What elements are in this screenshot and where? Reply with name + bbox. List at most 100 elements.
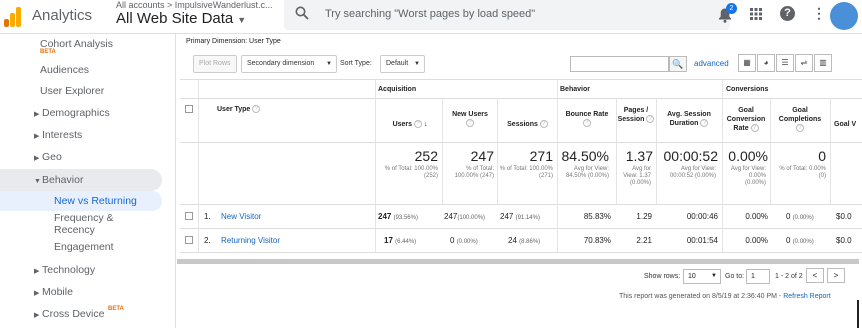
sidebar-item-label: Mobile [42, 286, 73, 298]
column-header-bounce-rate[interactable]: Bounce Rate? [559, 110, 615, 128]
sidebar-item-label: Interests [42, 129, 83, 141]
app-title[interactable]: Analytics [32, 7, 92, 24]
column-header-avg-session-duration[interactable]: Avg. Session Duration ? [658, 110, 720, 128]
divider [180, 204, 862, 205]
column-header-new-users[interactable]: New Users? [444, 110, 496, 128]
total-goal-completions-note: % of Total: 0.00% (0) [779, 166, 826, 179]
account-breadcrumb[interactable]: All accounts > ImpulsiveWanderlust.c... [116, 0, 272, 10]
more-vert-icon[interactable]: ⋮ [812, 5, 826, 22]
help-icon[interactable]: ? [539, 120, 548, 129]
avatar[interactable] [830, 2, 858, 30]
column-header-goal-value[interactable]: Goal V [834, 120, 862, 129]
row-user-type-link[interactable]: Returning Visitor [221, 236, 280, 245]
help-icon[interactable]: ? [646, 115, 655, 124]
sidebar-item-mobile[interactable]: ▶ Mobile [34, 286, 73, 298]
total-goal-conversion-rate-note: Avg for View: 0.00% (0.00%) [730, 166, 766, 186]
help-icon[interactable]: ? [583, 119, 591, 128]
sidebar-item-label: Geo [42, 151, 62, 163]
generated-text: This report was generated on 8/5/19 at 2… [619, 293, 782, 300]
chevron-right-icon: ▶ [34, 155, 40, 162]
help-icon[interactable]: ? [750, 124, 759, 133]
total-new-users-note: % of Total: 100.00% (247) [454, 166, 494, 179]
sidebar-item-technology[interactable]: ▶ Technology [34, 264, 95, 276]
previous-page-icon[interactable]: < [806, 268, 824, 283]
row-goal-completions-pct: (0.00%) [792, 215, 814, 221]
column-label: Goal Completions [778, 107, 822, 123]
column-header-goal-completions[interactable]: Goal Completions? [772, 106, 828, 133]
sidebar-item-behavior[interactable]: ▼Behavior [34, 174, 83, 186]
search-icon[interactable]: 🔍 [669, 56, 687, 72]
column-label: Pages / Session [617, 107, 649, 123]
total-goal-completions: 0 [818, 148, 826, 164]
sidebar-item-frequency[interactable]: Frequency & [54, 212, 114, 224]
row-users-pct: (93.56%) [393, 215, 418, 221]
help-icon[interactable]: ? [700, 119, 709, 128]
apps-grid-icon[interactable] [750, 8, 762, 20]
sidebar-item-demographics[interactable]: ▶ Demographics [34, 107, 110, 119]
help-icon[interactable]: ? [780, 6, 795, 21]
table-filter-input[interactable] [570, 56, 669, 72]
total-bounce-rate-note: Avg for View: 84.50% (0.00%) [565, 166, 609, 179]
column-header-sessions[interactable]: Sessions ? [499, 120, 556, 129]
total-sessions-note: % of Total: 100.00% (271) [499, 166, 553, 179]
performance-view-icon[interactable]: ☰ [776, 54, 794, 72]
secondary-dimension-dropdown[interactable]: Secondary dimension ▼ [241, 55, 337, 73]
sidebar-item-engagement[interactable]: Engagement [54, 241, 114, 253]
row-checkbox[interactable] [185, 212, 193, 220]
help-icon[interactable]: ? [252, 105, 261, 114]
help-icon[interactable]: ? [413, 120, 422, 129]
row-users-value: 247 [378, 212, 392, 221]
window-edge [857, 300, 859, 328]
row-new-users-value: 0 [450, 236, 455, 245]
horizontal-scrollbar[interactable] [177, 259, 859, 264]
sort-type-dropdown[interactable]: Default ▼ [380, 55, 425, 73]
sidebar-item-cross-device[interactable]: ▶ Cross Device [34, 308, 104, 320]
analytics-logo-icon[interactable] [4, 5, 22, 27]
chevron-right-icon: ▶ [34, 133, 40, 140]
refresh-report-link[interactable]: Refresh Report [783, 293, 830, 300]
primary-dimension-value[interactable]: User Type [249, 38, 281, 45]
column-label: User Type [217, 106, 251, 113]
help-icon[interactable]: ? [466, 119, 474, 128]
pie-view-icon[interactable]: ◕ [757, 54, 775, 72]
row-goal-completions-pct: (0.00%) [792, 239, 814, 245]
comparison-view-icon[interactable]: ⇌ [795, 54, 813, 72]
sidebar-item-interests[interactable]: ▶ Interests [34, 129, 82, 141]
divider [442, 98, 443, 204]
row-number: 2. [204, 236, 211, 245]
show-rows-select[interactable]: 10 ▼ [683, 269, 721, 284]
column-header-users[interactable]: Users ? ↓ [380, 120, 440, 129]
table-view-icon[interactable]: ▦ [738, 54, 756, 72]
column-header-goal-conversion-rate[interactable]: Goal Conversion Rate ? [724, 106, 768, 133]
row-goal-completions: 0 (0.00%) [786, 236, 814, 245]
row-checkbox[interactable] [185, 236, 193, 244]
sidebar-item-audiences[interactable]: Audiences [40, 64, 89, 76]
next-page-icon[interactable]: > [827, 268, 845, 283]
total-sessions: 271 [529, 148, 553, 164]
group-header-behavior: Behavior [560, 86, 590, 93]
data-table: Acquisition Behavior Conversions User Ty… [180, 79, 862, 257]
column-header-user-type[interactable]: User Type ? [217, 105, 261, 114]
view-selector[interactable]: All Web Site Data ▼ [116, 10, 246, 27]
row-sessions-value: 24 [508, 236, 517, 245]
sidebar: Cohort Analysis BETA Audiences User Expl… [0, 34, 176, 328]
sidebar-item-user-explorer[interactable]: User Explorer [40, 85, 104, 97]
column-header-pages-session[interactable]: Pages / Session ? [617, 106, 655, 124]
sidebar-item-recency[interactable]: Recency [54, 224, 95, 236]
caret-down-icon: ▼ [414, 61, 420, 67]
row-users: 247 (93.56%) [378, 212, 418, 221]
row-user-type-link[interactable]: New Visitor [221, 212, 261, 221]
search-bar[interactable]: Try searching "Worst pages by load speed… [284, 0, 730, 30]
help-icon[interactable]: ? [796, 124, 804, 133]
select-all-checkbox[interactable] [185, 105, 193, 113]
divider [180, 142, 862, 143]
plot-rows-button[interactable]: Plot Rows [193, 55, 237, 73]
sidebar-item-geo[interactable]: ▶ Geo [34, 151, 62, 163]
divider [656, 98, 657, 204]
sidebar-item-new-vs-returning[interactable]: New vs Returning [54, 195, 137, 207]
row-sessions-pct: (8.86%) [519, 239, 541, 245]
row-new-users-value: 247 [444, 212, 458, 221]
pivot-view-icon[interactable]: ▥ [814, 54, 832, 72]
goto-input[interactable]: 1 [746, 269, 770, 284]
advanced-link[interactable]: advanced [694, 59, 729, 68]
